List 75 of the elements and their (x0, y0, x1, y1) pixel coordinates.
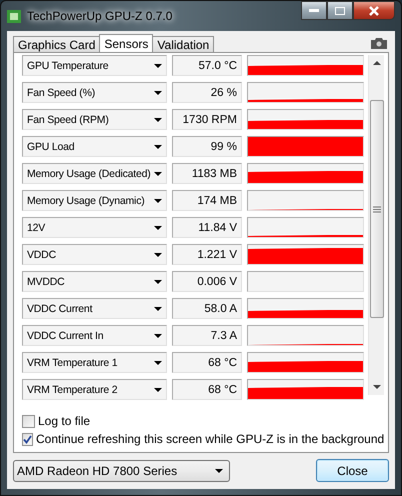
sensor-value: 1.221 V (172, 244, 242, 265)
tab[interactable]: Validation (152, 36, 214, 53)
sensor-value: 57.0 °C (172, 55, 242, 76)
sensor-dropdown[interactable]: GPU Load (22, 136, 167, 157)
caret-icon (154, 144, 162, 148)
app-icon (7, 10, 21, 22)
sensor-name: Fan Speed (RPM) (27, 114, 109, 126)
checkbox[interactable] (22, 414, 35, 428)
sensor-dropdown[interactable]: Memory Usage (Dynamic) (22, 190, 167, 211)
sensor-dropdown[interactable]: 12V (22, 217, 167, 238)
checkbox[interactable] (22, 432, 33, 446)
device-dropdown[interactable]: AMD Radeon HD 7800 Series (13, 460, 230, 482)
sensor-dropdown[interactable]: VDDC Current (22, 298, 167, 319)
caret-icon (215, 468, 223, 472)
close-icon (368, 6, 380, 16)
tab[interactable]: Sensors (99, 34, 154, 53)
sensor-dropdown[interactable]: VRM Temperature 2 (22, 379, 167, 400)
caret-icon (154, 90, 162, 94)
sensor-name: Memory Usage (Dedicated) (27, 168, 151, 180)
sensor-value: 1183 MB (172, 163, 242, 184)
sensor-name: Memory Usage (Dynamic) (27, 194, 145, 206)
sensor-value: 1730 RPM (172, 109, 242, 130)
sensor-value: 11.84 V (172, 217, 242, 238)
sensor-name: GPU Temperature (27, 60, 108, 72)
caret-icon (154, 252, 162, 256)
sensor-name: VDDC Current (27, 302, 92, 314)
close-dialog-button[interactable]: Close (316, 459, 389, 482)
scroll-down-icon[interactable] (372, 385, 380, 389)
sensor-dropdown[interactable]: VDDC (22, 244, 167, 265)
sensor-value: 26 % (172, 82, 242, 103)
caret-icon (154, 360, 162, 364)
caret-icon (154, 118, 162, 122)
scroll-up-icon[interactable] (372, 61, 380, 65)
caret-icon (154, 306, 162, 310)
sensor-name: VDDC (27, 248, 56, 260)
tab[interactable]: Graphics Card (13, 36, 100, 53)
grip-icon (372, 206, 380, 212)
window-title: TechPowerUp GPU-Z 0.7.0 (27, 9, 174, 23)
maximize-button[interactable] (327, 1, 353, 20)
close-button[interactable] (353, 1, 395, 20)
minimize-icon (309, 8, 319, 12)
caret-icon (154, 198, 162, 202)
sensor-name: 12V (27, 222, 46, 234)
maximize-icon (335, 6, 345, 14)
sensor-dropdown[interactable]: GPU Temperature (22, 55, 167, 76)
sensor-value: 58.0 A (172, 298, 242, 319)
caret-icon (154, 64, 162, 68)
sensor-name: Fan Speed (%) (27, 86, 96, 98)
checkbox-label: Continue refreshing this screen while GPU-Z is in the background (36, 432, 384, 446)
sensor-value: 0.006 V (172, 271, 242, 292)
caret-icon (154, 334, 162, 338)
caret-icon (154, 172, 162, 176)
sensor-name: VDDC Current In (27, 330, 104, 342)
caret-icon (154, 388, 162, 392)
sensor-dropdown[interactable]: VDDC Current In (22, 325, 167, 346)
minimize-button[interactable] (301, 1, 327, 20)
sensor-value: 68 °C (172, 379, 242, 400)
caret-icon (154, 280, 162, 284)
scrollbar[interactable] (368, 55, 384, 395)
sensor-value: 99 % (172, 136, 242, 157)
camera-icon[interactable] (371, 38, 387, 49)
sensor-dropdown[interactable]: Fan Speed (%) (22, 82, 167, 103)
sensor-value: 68 °C (172, 352, 242, 373)
sensor-name: MVDDC (27, 276, 64, 288)
caret-icon (154, 226, 162, 230)
sensor-name: GPU Load (27, 140, 74, 152)
sensor-value: 7.3 A (172, 325, 242, 346)
sensor-dropdown[interactable]: MVDDC (22, 271, 167, 292)
sensor-name: VRM Temperature 2 (27, 384, 118, 396)
checkbox-label: Log to file (38, 414, 90, 428)
sensor-dropdown[interactable]: Fan Speed (RPM) (22, 109, 167, 130)
sensor-name: VRM Temperature 1 (27, 356, 118, 368)
sensor-dropdown[interactable]: VRM Temperature 1 (22, 352, 167, 373)
sensor-value: 174 MB (172, 190, 242, 211)
sensor-dropdown[interactable]: Memory Usage (Dedicated) (22, 163, 167, 184)
